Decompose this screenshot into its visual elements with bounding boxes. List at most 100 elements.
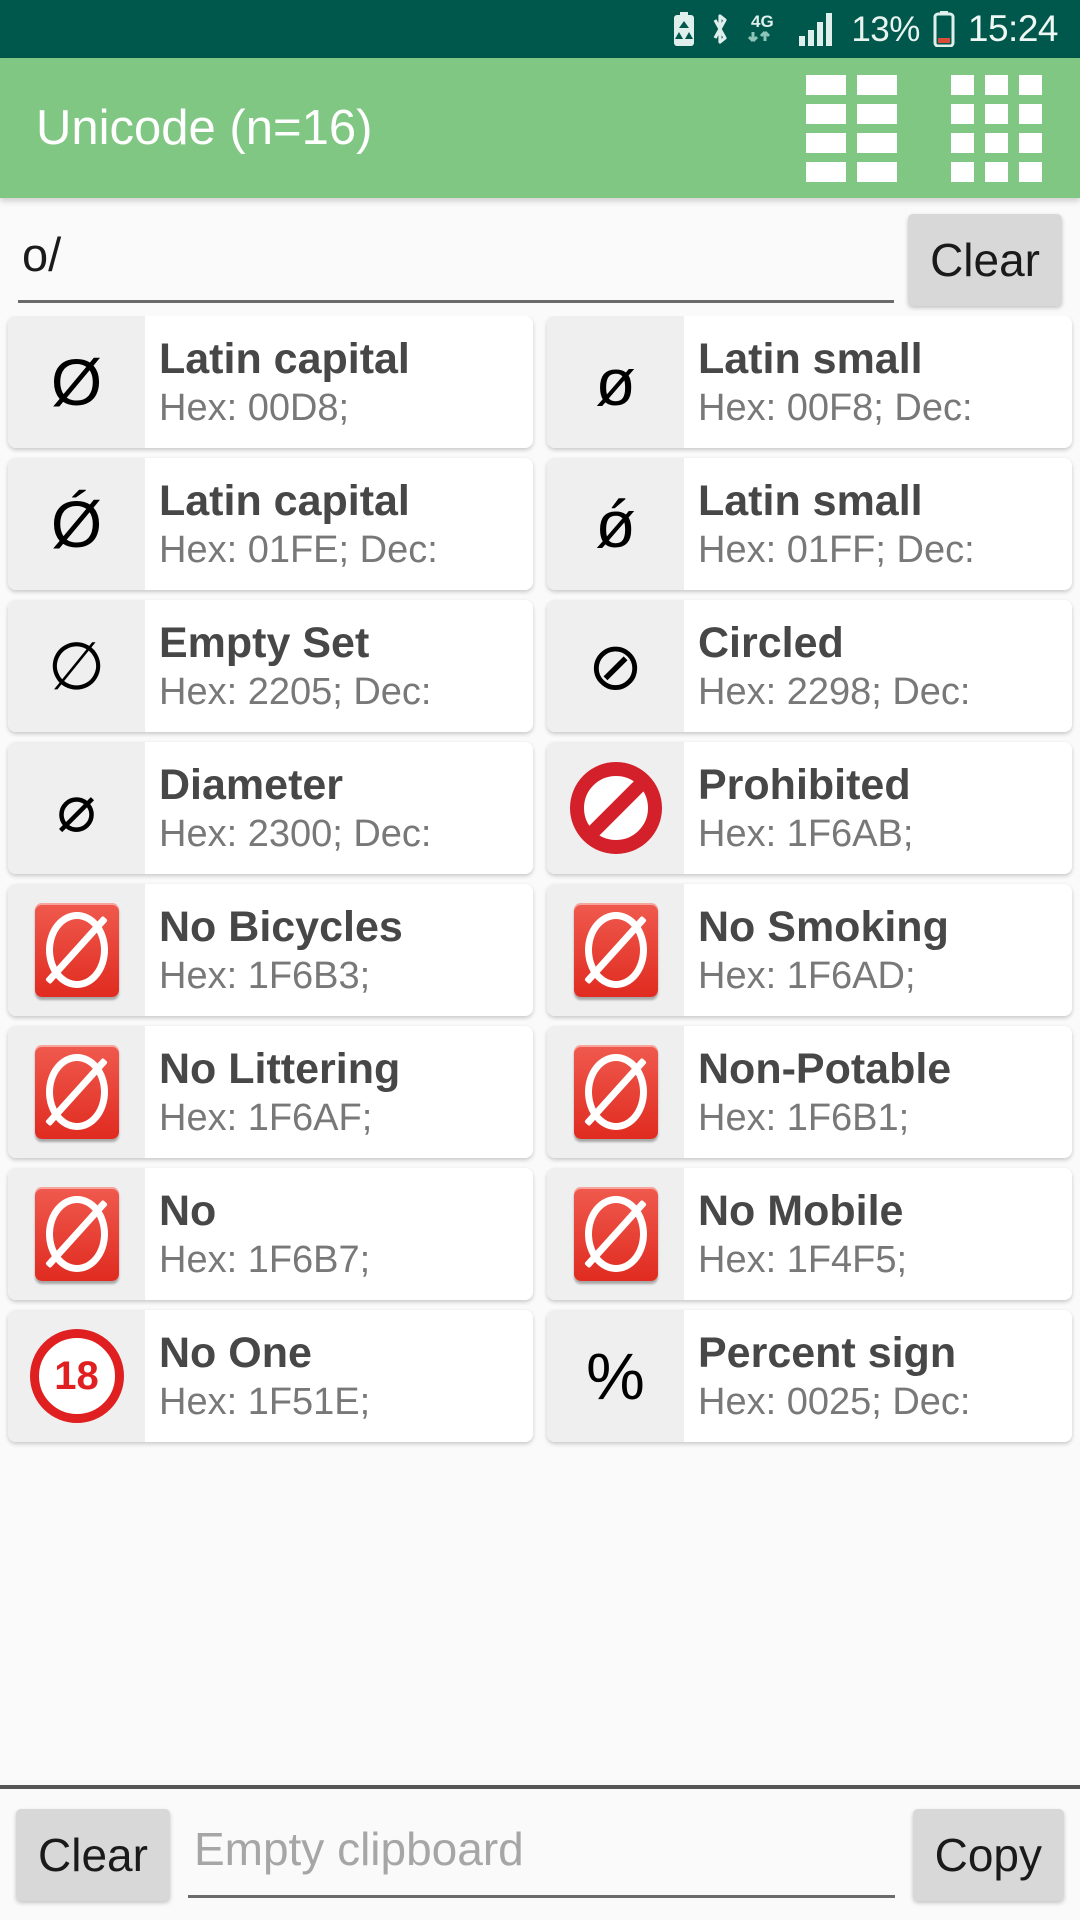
card-codepoint: Hex: 2205; Dec: — [159, 670, 432, 713]
card-glyph: ⌀ — [8, 742, 145, 874]
result-card[interactable]: Ǿ Latin capital Hex: 01FE; Dec: — [8, 458, 533, 590]
app-bar-actions — [796, 69, 1052, 188]
search-input[interactable]: o/ — [18, 217, 895, 303]
result-card[interactable]: No Bicycles Hex: 1F6B3; — [8, 884, 533, 1016]
battery-saver-icon — [673, 12, 695, 46]
card-glyph: ø — [547, 316, 684, 448]
result-card[interactable]: 18 No One Hex: 1F51E; — [8, 1310, 533, 1442]
card-body: No Hex: 1F6B7; — [145, 1168, 533, 1300]
result-card[interactable]: Ø Latin capital Hex: 00D8; — [8, 316, 533, 448]
card-glyph — [8, 1168, 145, 1300]
result-card[interactable]: Prohibited Hex: 1F6AB; — [547, 742, 1072, 874]
clipboard-input[interactable]: Empty clipboard — [187, 1812, 895, 1898]
card-codepoint: Hex: 2298; Dec: — [698, 670, 971, 713]
card-codepoint: Hex: 1F6AB; — [698, 812, 914, 855]
battery-icon — [933, 11, 955, 47]
result-card[interactable]: ø Latin small Hex: 00F8; Dec: — [547, 316, 1072, 448]
clock-label: 15:24 — [967, 8, 1059, 49]
card-glyph: Ø — [8, 316, 145, 448]
result-card[interactable]: No Smoking Hex: 1F6AD; — [547, 884, 1072, 1016]
card-codepoint: Hex: 1F6B1; — [698, 1096, 910, 1139]
result-card[interactable]: ∅ Empty Set Hex: 2205; Dec: — [8, 600, 533, 732]
result-card[interactable]: ⌀ Diameter Hex: 2300; Dec: — [8, 742, 533, 874]
card-codepoint: Hex: 1F6B7; — [159, 1238, 371, 1281]
card-body: Empty Set Hex: 2205; Dec: — [145, 600, 533, 732]
card-title: Latin small — [698, 334, 923, 383]
card-body: Diameter Hex: 2300; Dec: — [145, 742, 533, 874]
card-title: Latin small — [698, 476, 923, 525]
status-bar-icons: 4G 13% 15:24 — [673, 8, 1059, 50]
two-column-grid-view-button[interactable] — [796, 69, 907, 188]
card-codepoint: Hex: 1F4F5; — [698, 1238, 908, 1281]
card-body: Percent sign Hex: 0025; Dec: — [684, 1310, 1072, 1442]
card-title: Non-Potable — [698, 1044, 952, 1093]
card-title: No Mobile — [698, 1186, 904, 1235]
no-bicycles-icon — [34, 903, 119, 997]
card-title: Empty Set — [159, 618, 370, 667]
app-bar: Unicode (n=16) — [0, 58, 1080, 198]
result-card[interactable]: No Mobile Hex: 1F4F5; — [547, 1168, 1072, 1300]
card-body: Prohibited Hex: 1F6AB; — [684, 742, 1072, 874]
search-input-value: o/ — [22, 228, 62, 281]
card-glyph: % — [547, 1310, 684, 1442]
card-codepoint: Hex: 0025; Dec: — [698, 1380, 971, 1423]
card-glyph — [547, 1168, 684, 1300]
card-codepoint: Hex: 00F8; Dec: — [698, 386, 973, 429]
ban-ring — [45, 1196, 108, 1272]
no-pedestrians-icon — [34, 1187, 119, 1281]
card-title: Prohibited — [698, 760, 911, 809]
no-smoking-icon — [573, 903, 658, 997]
card-title: No — [159, 1186, 217, 1235]
card-codepoint: Hex: 1F6AF; — [159, 1096, 373, 1139]
clipboard-copy-button[interactable]: Copy — [912, 1808, 1064, 1901]
grid-3col-icon — [951, 74, 1042, 182]
clipboard-placeholder: Empty clipboard — [193, 1823, 524, 1875]
card-title: Latin capital — [159, 476, 410, 525]
app-root: 4G 13% 15:24 Unicode (n=16) o/ Clear Ø L… — [0, 0, 1080, 1920]
card-glyph — [547, 884, 684, 1016]
card-body: Latin small Hex: 01FF; Dec: — [684, 458, 1072, 590]
svg-text:4G: 4G — [751, 12, 774, 31]
status-bar: 4G 13% 15:24 — [0, 0, 1080, 58]
network-type-icon: 4G — [745, 10, 785, 48]
card-title: Percent sign — [698, 1328, 957, 1377]
no-littering-icon — [34, 1045, 119, 1139]
card-codepoint: Hex: 01FE; Dec: — [159, 528, 438, 571]
card-codepoint: Hex: 1F6AD; — [698, 954, 916, 997]
search-row: o/ Clear — [0, 198, 1080, 316]
card-codepoint: Hex: 01FF; Dec: — [698, 528, 975, 571]
three-column-grid-view-button[interactable] — [941, 69, 1052, 188]
results-area[interactable]: Ø Latin capital Hex: 00D8; ø Latin small Hex:… — [0, 316, 1080, 1785]
ban-ring — [45, 1054, 108, 1130]
clipboard-clear-button[interactable]: Clear — [16, 1808, 170, 1901]
clipboard-bar: Clear Empty clipboard Copy — [0, 1785, 1080, 1920]
card-body: No Smoking Hex: 1F6AD; — [684, 884, 1072, 1016]
result-card[interactable]: ⊘ Circled Hex: 2298; Dec: — [547, 600, 1072, 732]
result-card[interactable]: No Littering Hex: 1F6AF; — [8, 1026, 533, 1158]
card-title: No Smoking — [698, 902, 949, 951]
ban-ring — [45, 912, 108, 988]
card-codepoint: Hex: 1F51E; — [159, 1380, 371, 1423]
signal-bars-icon — [798, 12, 838, 46]
result-card[interactable]: % Percent sign Hex: 0025; Dec: — [547, 1310, 1072, 1442]
card-title: No One — [159, 1328, 312, 1377]
card-body: No Mobile Hex: 1F4F5; — [684, 1168, 1072, 1300]
card-glyph: Ǿ — [8, 458, 145, 590]
ban-ring — [584, 1196, 647, 1272]
card-glyph — [547, 742, 684, 874]
card-glyph: ∅ — [8, 600, 145, 732]
result-card[interactable]: No Hex: 1F6B7; — [8, 1168, 533, 1300]
card-glyph: ⊘ — [547, 600, 684, 732]
card-title: Latin capital — [159, 334, 410, 383]
result-card[interactable]: Non-Potable Hex: 1F6B1; — [547, 1026, 1072, 1158]
search-clear-button[interactable]: Clear — [908, 214, 1062, 306]
card-title: Diameter — [159, 760, 344, 809]
grid-2col-icon — [806, 74, 897, 182]
card-title: No Littering — [159, 1044, 401, 1093]
results-grid: Ø Latin capital Hex: 00D8; ø Latin small Hex:… — [8, 316, 1072, 1442]
card-body: No One Hex: 1F51E; — [145, 1310, 533, 1442]
card-body: Latin capital Hex: 01FE; Dec: — [145, 458, 533, 590]
card-glyph: ǿ — [547, 458, 684, 590]
result-card[interactable]: ǿ Latin small Hex: 01FF; Dec: — [547, 458, 1072, 590]
card-body: Non-Potable Hex: 1F6B1; — [684, 1026, 1072, 1158]
